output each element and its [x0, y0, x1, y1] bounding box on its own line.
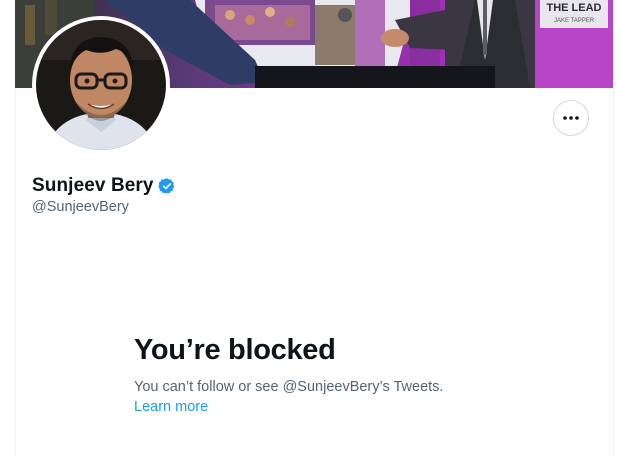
avatar[interactable] — [32, 16, 170, 154]
verified-badge-icon[interactable] — [157, 177, 176, 195]
display-name: Sunjeev Bery — [32, 175, 154, 196]
user-handle: @SunjeevBery — [32, 199, 129, 215]
blocked-message: You can’t follow or see @SunjeevBery’s T… — [134, 379, 444, 395]
avatar-image — [36, 20, 166, 150]
more-horizontal-icon — [563, 116, 579, 120]
banner-sign-text: THE LEAD — [547, 2, 602, 14]
display-name-row: Sunjeev Bery — [32, 175, 176, 197]
learn-more-link[interactable]: Learn more — [134, 399, 208, 415]
blocked-title: You’re blocked — [134, 334, 336, 366]
more-options-button[interactable] — [553, 100, 589, 136]
banner-sign-subtext: JAKE TAPPER — [554, 18, 595, 24]
